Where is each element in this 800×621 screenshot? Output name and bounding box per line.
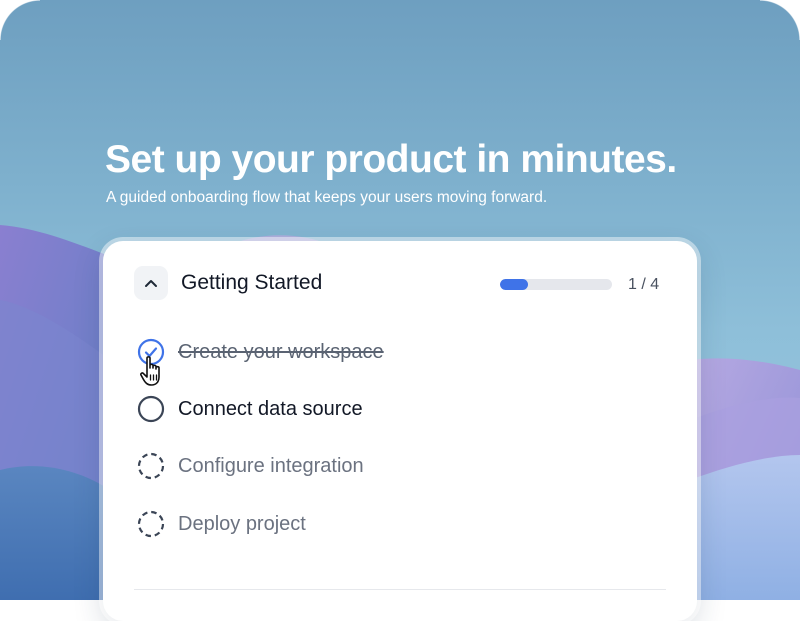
divider xyxy=(134,589,666,590)
chevron-up-icon xyxy=(145,280,157,287)
frame-corner xyxy=(0,0,40,40)
page-subtitle: A guided onboarding flow that keeps your… xyxy=(106,189,548,206)
circle-icon xyxy=(136,394,166,424)
progress-count: 1 / 4 xyxy=(628,276,660,293)
task-label: Create your workspace xyxy=(178,340,384,363)
check-circle-icon xyxy=(136,337,166,367)
dashed-circle-icon xyxy=(136,509,166,539)
page-title: Set up your product in minutes. xyxy=(105,138,677,181)
task-label: Configure integration xyxy=(178,454,364,477)
task-item-deploy-project[interactable]: Deploy project xyxy=(136,509,306,539)
task-item-create-workspace[interactable]: Create your workspace xyxy=(136,337,384,367)
collapse-button[interactable] xyxy=(134,266,168,300)
onboarding-checklist-card: Getting Started 1 / 4 Create your worksp… xyxy=(103,241,697,621)
checklist-title: Getting Started xyxy=(181,271,323,294)
task-item-connect-data-source[interactable]: Connect data source xyxy=(136,394,363,424)
progress-bar-fill xyxy=(500,279,528,290)
progress-bar xyxy=(500,279,612,290)
frame-corner xyxy=(760,0,800,40)
task-label: Connect data source xyxy=(178,397,363,420)
dashed-circle-icon xyxy=(136,451,166,481)
task-item-configure-integration[interactable]: Configure integration xyxy=(136,451,364,481)
task-label: Deploy project xyxy=(178,512,306,535)
